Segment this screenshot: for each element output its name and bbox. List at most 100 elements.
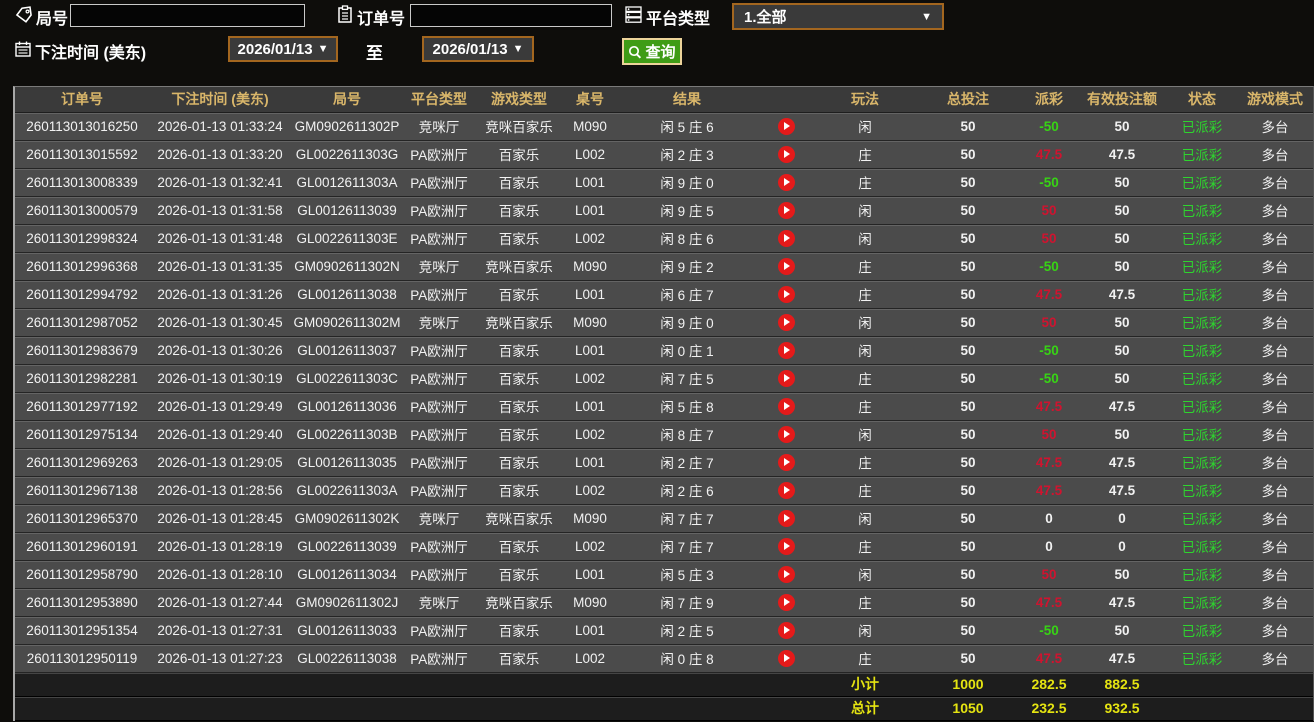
play-video-button[interactable] (777, 397, 795, 415)
order-number-input[interactable] (410, 4, 612, 27)
cell-game-type: 竞咪百家乐 (475, 112, 563, 141)
play-video-button[interactable] (777, 341, 795, 359)
cell-game-type: 百家乐 (475, 168, 563, 197)
server-list-icon (624, 5, 642, 23)
cell-game-type: 百家乐 (475, 644, 563, 673)
play-video-button[interactable] (777, 201, 795, 219)
header-order-id: 订单号 (15, 87, 149, 113)
play-video-button[interactable] (777, 425, 795, 443)
cell-play-type: 庄 (815, 252, 915, 281)
cell-game-mode: 多台 (1237, 280, 1313, 309)
cell-total-bet: 50 (915, 308, 1021, 337)
round-number-input[interactable] (70, 4, 305, 27)
cell-result: 闲 2 庄 7 (617, 448, 757, 477)
header-game-mode: 游戏模式 (1237, 87, 1313, 113)
cell-bet-time: 2026-01-13 01:28:45 (149, 504, 291, 533)
play-video-button[interactable] (777, 369, 795, 387)
cell-game-mode: 多台 (1237, 308, 1313, 337)
cell-order-id: 260113012969263 (15, 448, 149, 477)
cell-bet-time: 2026-01-13 01:28:56 (149, 476, 291, 505)
cell-table-no: L002 (563, 532, 617, 561)
play-video-button[interactable] (777, 173, 795, 191)
play-video-button[interactable] (777, 257, 795, 275)
cell-platform-type: PA欧洲厅 (403, 476, 475, 505)
cell-platform-type: PA欧洲厅 (403, 532, 475, 561)
cell-payout: -50 (1021, 616, 1077, 645)
cell-game-type: 百家乐 (475, 280, 563, 309)
table-row: 260113013016250 2026-01-13 01:33:24 GM0902… (15, 112, 1313, 141)
cell-result: 闲 7 庄 9 (617, 588, 757, 617)
play-video-button[interactable] (777, 145, 795, 163)
cell-payout: 50 (1021, 196, 1077, 225)
play-video-button[interactable] (777, 565, 795, 583)
cell-valid-bet: 47.5 (1077, 448, 1167, 477)
cell-result: 闲 0 庄 1 (617, 336, 757, 365)
cell-table-no: M090 (563, 504, 617, 533)
query-button[interactable]: 查询 (622, 38, 682, 65)
cell-total-bet: 50 (915, 196, 1021, 225)
cell-video (757, 392, 815, 421)
cell-status: 已派彩 (1167, 532, 1237, 561)
platform-type-selected-value: 1.全部 (744, 9, 787, 26)
cell-result: 闲 5 庄 3 (617, 560, 757, 589)
play-video-button[interactable] (777, 453, 795, 471)
cell-status: 已派彩 (1167, 168, 1237, 197)
cell-bet-time: 2026-01-13 01:27:31 (149, 616, 291, 645)
cell-order-id: 260113012965370 (15, 504, 149, 533)
header-round-id: 局号 (291, 87, 403, 113)
cell-order-id: 260113012987052 (15, 308, 149, 337)
cell-table-no: L002 (563, 420, 617, 449)
platform-type-label: 平台类型 (646, 11, 711, 28)
cell-game-mode: 多台 (1237, 168, 1313, 197)
date-to-picker[interactable]: 2026/01/13 ▼ (422, 36, 534, 62)
cell-total-bet: 50 (915, 168, 1021, 197)
cell-game-type: 竞咪百家乐 (475, 252, 563, 281)
cell-result: 闲 9 庄 2 (617, 252, 757, 281)
cell-game-mode: 多台 (1237, 196, 1313, 225)
cell-bet-time: 2026-01-13 01:27:23 (149, 644, 291, 673)
play-video-button[interactable] (777, 509, 795, 527)
cell-order-id: 260113012982281 (15, 364, 149, 393)
cell-table-no: L001 (563, 392, 617, 421)
cell-valid-bet: 47.5 (1077, 644, 1167, 673)
cell-video (757, 308, 815, 337)
cell-result: 闲 2 庄 6 (617, 476, 757, 505)
cell-status: 已派彩 (1167, 504, 1237, 533)
cell-payout: 47.5 (1021, 140, 1077, 169)
play-video-button[interactable] (777, 481, 795, 499)
date-from-picker[interactable]: 2026/01/13 ▼ (228, 36, 338, 62)
cell-status: 已派彩 (1167, 364, 1237, 393)
cell-valid-bet: 50 (1077, 364, 1167, 393)
cell-bet-time: 2026-01-13 01:32:41 (149, 168, 291, 197)
cell-video (757, 532, 815, 561)
play-video-button[interactable] (777, 593, 795, 611)
table-row: 260113012960191 2026-01-13 01:28:19 GL0022… (15, 532, 1313, 561)
cell-bet-time: 2026-01-13 01:31:58 (149, 196, 291, 225)
cell-total-bet: 50 (915, 476, 1021, 505)
cell-valid-bet: 50 (1077, 308, 1167, 337)
play-video-button[interactable] (777, 621, 795, 639)
play-video-button[interactable] (777, 285, 795, 303)
header-play-type: 玩法 (815, 87, 915, 113)
play-video-button[interactable] (777, 229, 795, 247)
cell-round-id: GL0022611303C (291, 364, 403, 393)
play-icon (784, 402, 790, 410)
cell-status: 已派彩 (1167, 280, 1237, 309)
cell-bet-time: 2026-01-13 01:31:35 (149, 252, 291, 281)
cell-video (757, 504, 815, 533)
play-video-button[interactable] (777, 649, 795, 667)
cell-status: 已派彩 (1167, 392, 1237, 421)
cell-bet-time: 2026-01-13 01:31:26 (149, 280, 291, 309)
cell-bet-time: 2026-01-13 01:31:48 (149, 224, 291, 253)
cell-payout: -50 (1021, 364, 1077, 393)
cell-result: 闲 8 庄 6 (617, 224, 757, 253)
cell-total-bet: 50 (915, 280, 1021, 309)
cell-play-type: 庄 (815, 644, 915, 673)
play-video-button[interactable] (777, 313, 795, 331)
platform-type-select[interactable]: 1.全部 ▼ (732, 3, 944, 30)
play-video-button[interactable] (777, 117, 795, 135)
cell-video (757, 560, 815, 589)
cell-game-mode: 多台 (1237, 476, 1313, 505)
cell-video (757, 616, 815, 645)
play-video-button[interactable] (777, 537, 795, 555)
